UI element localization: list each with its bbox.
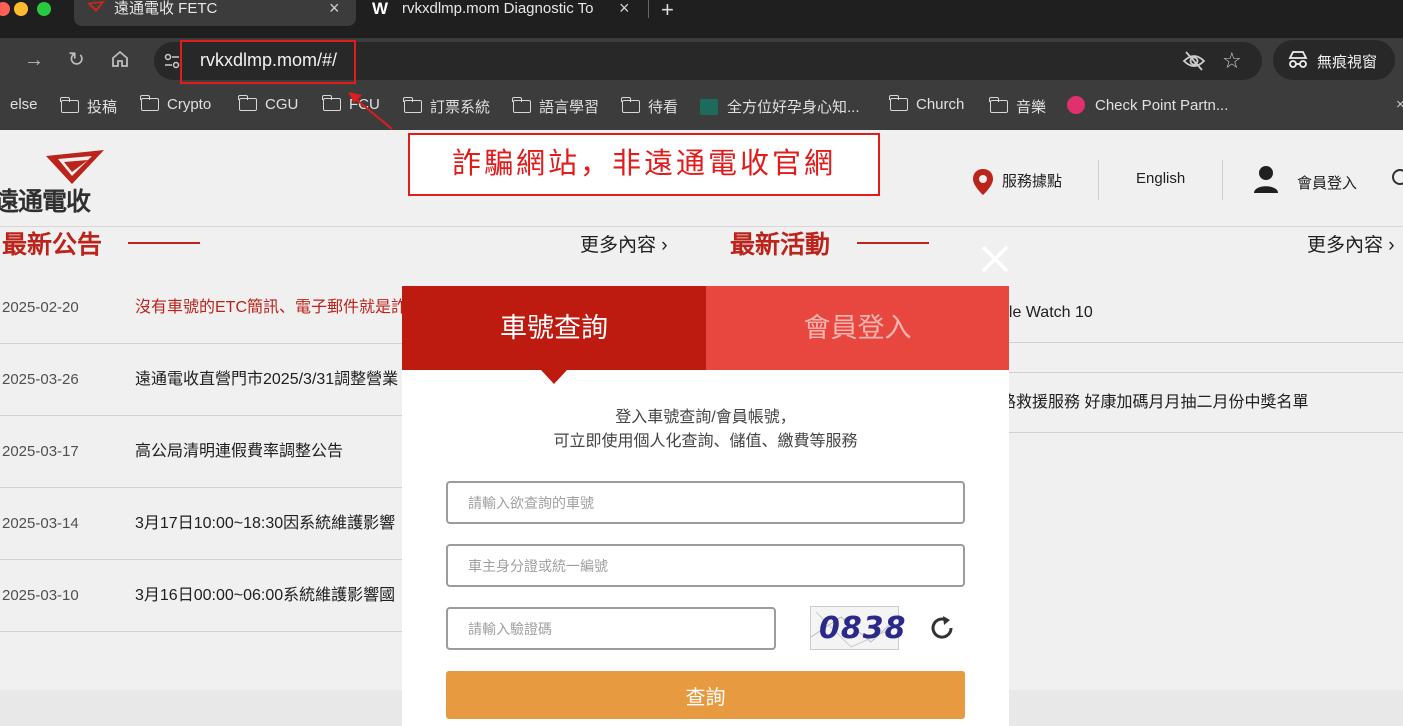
reload-icon[interactable]: ↻ — [68, 48, 85, 72]
wordpress-favicon-icon: W — [372, 0, 389, 18]
folder-icon — [512, 97, 531, 113]
annotation-arrow-icon — [348, 92, 393, 130]
incognito-badge[interactable]: 無痕視窗 — [1273, 40, 1395, 80]
close-tab-icon[interactable]: × — [619, 0, 630, 17]
folder-icon — [140, 95, 159, 111]
tab-plate-lookup[interactable]: 車號查詢 — [402, 286, 706, 370]
bookmark-site[interactable]: Check Point Partn... — [1067, 96, 1228, 114]
tab-fetc[interactable]: 遠通電收 FETC × — [74, 0, 356, 26]
bookmark-folder[interactable]: Church — [889, 95, 964, 113]
folder-icon — [322, 95, 341, 111]
scam-warning-callout: 詐騙網站，非遠通電收官網 — [408, 133, 880, 196]
fetc-favicon-icon — [86, 0, 106, 19]
address-bar[interactable]: rvkxdlmp.mom/#/ ☆ — [154, 40, 1262, 84]
home-icon[interactable] — [110, 49, 130, 75]
bookmarks-bar: else 投稿 Crypto CGU FCU 訂票系統 語言學習 待看 全方位好… — [0, 84, 1403, 130]
browser-toolbar: → ↻ rvkxdlmp.mom/#/ ☆ 無痕視窗 — [0, 38, 1403, 84]
captcha-image: 0838 — [810, 606, 906, 650]
bookmark-folder[interactable]: CGU — [238, 95, 298, 113]
tab-member-login[interactable]: 會員登入 — [706, 286, 1009, 370]
tracking-protection-eye-icon[interactable] — [1182, 50, 1206, 77]
incognito-label: 無痕視窗 — [1317, 54, 1378, 71]
maximize-window-button[interactable] — [37, 2, 51, 16]
bookmark-star-icon[interactable]: ☆ — [1222, 48, 1242, 74]
bookmark-folder[interactable]: Crypto — [140, 95, 211, 113]
modal-description: 登入車號查詢/會員帳號， 可立即使用個人化查詢、儲值、繳費等服務 — [553, 409, 858, 450]
bookmark-folder[interactable]: 投稿 — [60, 96, 117, 117]
minimize-window-button[interactable] — [14, 2, 28, 16]
bookmarks-overflow-icon[interactable]: × — [1396, 96, 1403, 113]
folder-icon — [403, 97, 422, 113]
folder-icon — [621, 97, 640, 113]
bookmark-folder[interactable]: 音樂 — [989, 96, 1046, 117]
site-info-icon[interactable] — [163, 51, 181, 76]
incognito-icon — [1287, 50, 1309, 74]
bookmark-folder[interactable]: 訂票系統 — [403, 96, 490, 117]
tab-title: 遠通電收 FETC — [114, 0, 218, 17]
fetc-page: 遠通電收 服務據點 English 會員登入 最新公告 更多內容 › 2025-… — [0, 130, 1403, 726]
folder-icon — [238, 95, 257, 111]
modal-close-icon[interactable] — [978, 242, 1012, 276]
close-window-button[interactable] — [0, 2, 10, 16]
close-tab-icon[interactable]: × — [329, 0, 340, 17]
tab-diagnostic[interactable]: W rvkxdlmp.mom Diagnostic To × — [368, 0, 650, 20]
tab-divider — [648, 0, 649, 18]
plate-number-input[interactable] — [446, 481, 965, 524]
bookmark-folder[interactable]: 語言學習 — [512, 96, 599, 117]
owner-id-input[interactable] — [446, 544, 965, 587]
bookmark-site[interactable]: 全方位好孕身心知... — [700, 96, 860, 117]
new-tab-button[interactable]: + — [661, 0, 674, 23]
url-text[interactable]: rvkxdlmp.mom/#/ — [200, 50, 337, 71]
browser-tab-bar: 遠通電收 FETC × W rvkxdlmp.mom Diagnostic To… — [0, 0, 1403, 38]
captcha-input[interactable] — [446, 607, 776, 650]
url-highlight-box: rvkxdlmp.mom/#/ — [180, 40, 356, 84]
login-modal: 車號查詢 會員登入 登入車號查詢/會員帳號， 可立即使用個人化查詢、儲值、繳費等… — [402, 286, 1009, 726]
folder-icon — [60, 97, 79, 113]
bookmark-folder[interactable]: 待看 — [621, 96, 678, 117]
query-submit-button[interactable]: 查詢 — [446, 671, 965, 719]
forward-icon[interactable]: → — [24, 48, 44, 72]
captcha-code: 0838 — [819, 611, 907, 646]
refresh-captcha-icon[interactable] — [928, 614, 956, 642]
active-tab-pointer — [541, 370, 567, 384]
tab-title: rvkxdlmp.mom Diagnostic To — [402, 0, 594, 17]
folder-icon — [889, 95, 908, 111]
folder-icon — [989, 97, 1008, 113]
check-point-favicon-icon — [1067, 96, 1085, 114]
site-favicon-icon — [700, 98, 718, 115]
bookmark-else[interactable]: else — [10, 96, 38, 113]
